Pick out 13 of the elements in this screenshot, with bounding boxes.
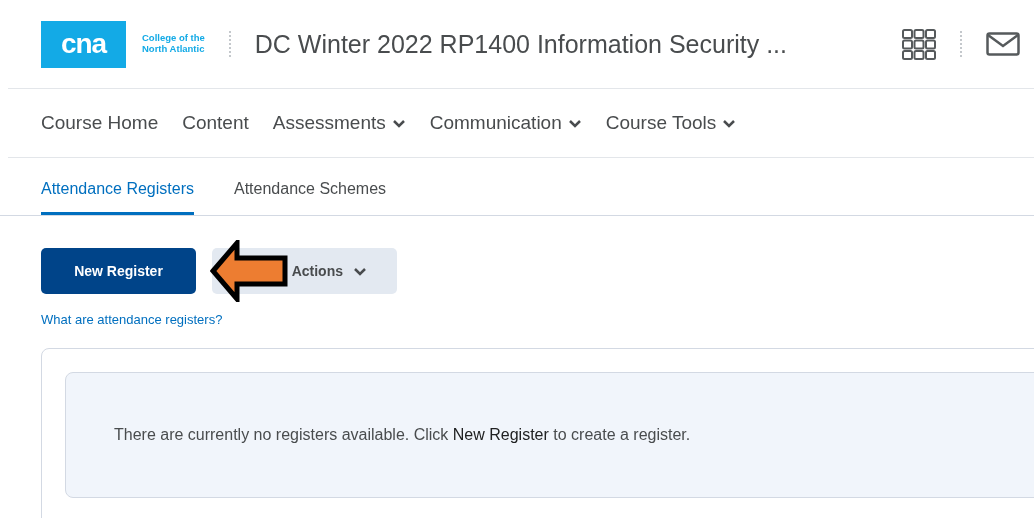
nav-link[interactable]: Course Tools [605,112,737,134]
nav-link[interactable]: Assessments [272,112,406,134]
nav-link[interactable]: Communication [429,112,582,134]
new-register-button[interactable]: New Register [41,248,196,294]
empty-message: There are currently no registers available. Click New Register to create a register. [114,426,691,444]
tab[interactable]: Attendance Schemes [234,180,387,215]
nav-link[interactable]: Content [182,112,249,134]
help-link[interactable]: What are attendance registers? [41,312,223,327]
logo-text: North Atlantic [142,44,205,55]
tab[interactable]: Attendance Registers [41,180,194,215]
logo-text: College of the [142,33,205,44]
course-title[interactable]: DC Winter 2022 RP1400 Information Security ... [254,29,787,59]
nav-link[interactable]: Course Home [41,112,159,134]
